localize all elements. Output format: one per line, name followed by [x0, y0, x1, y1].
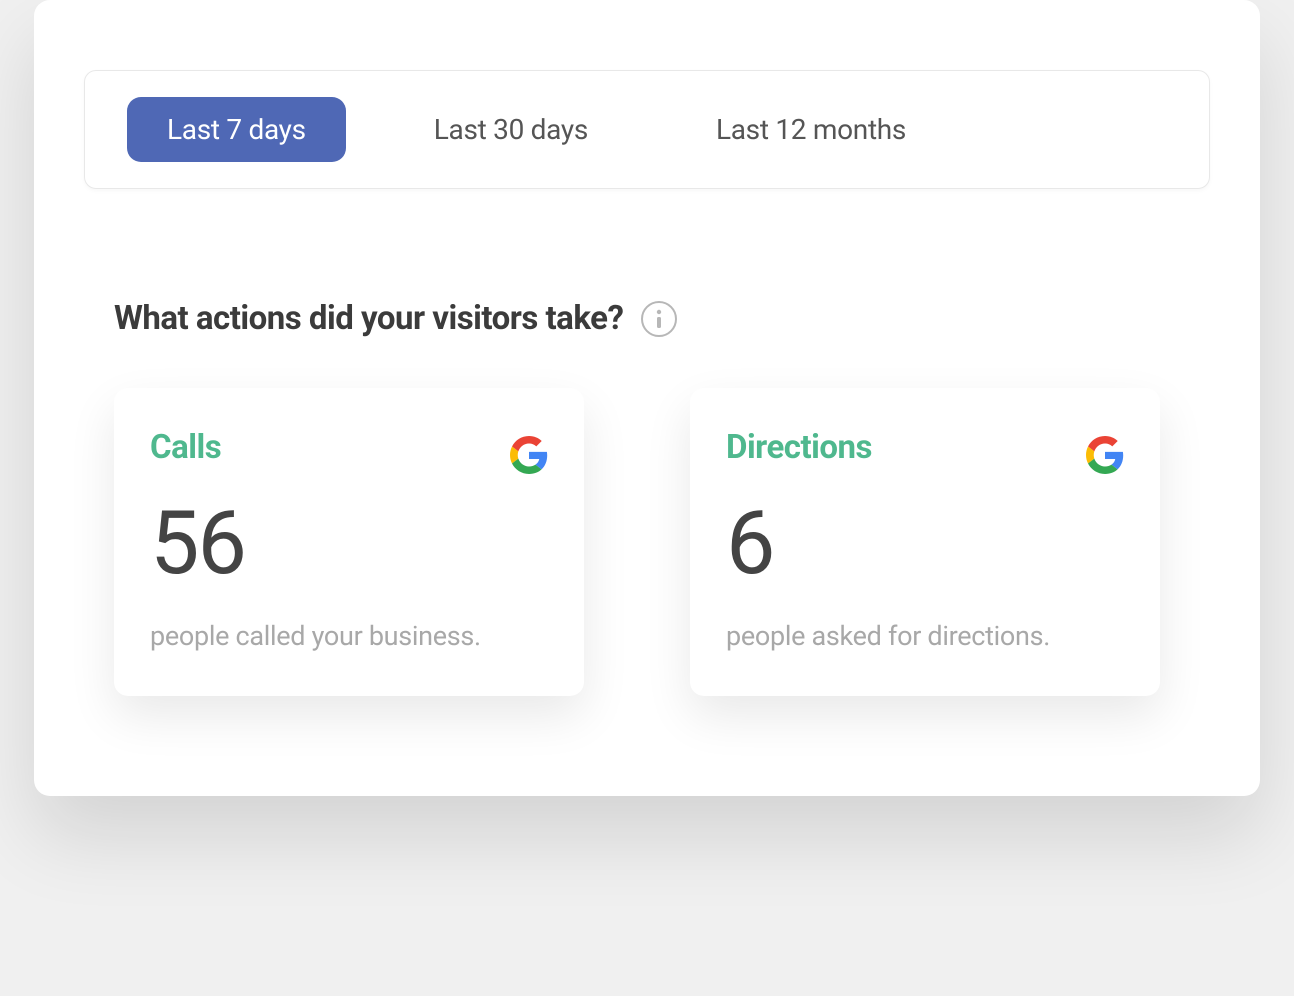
tab-last-7-days[interactable]: Last 7 days	[127, 97, 346, 162]
calls-card: Calls 56 people called your business.	[114, 388, 584, 696]
directions-card-header: Directions	[726, 428, 1124, 474]
calls-card-header: Calls	[150, 428, 548, 474]
time-range-tabs: Last 7 days Last 30 days Last 12 months	[84, 70, 1210, 189]
directions-card-description: people asked for directions.	[726, 620, 1124, 652]
calls-card-value: 56	[150, 500, 548, 588]
google-icon	[1086, 436, 1124, 474]
info-icon[interactable]	[641, 301, 677, 337]
stat-cards-row: Calls 56 people called your business. Di…	[114, 388, 1210, 696]
tab-last-12-months[interactable]: Last 12 months	[676, 97, 946, 162]
section-heading: What actions did your visitors take?	[114, 299, 623, 338]
google-icon	[510, 436, 548, 474]
directions-card-value: 6	[726, 500, 1124, 588]
calls-card-description: people called your business.	[150, 620, 548, 652]
tab-last-30-days[interactable]: Last 30 days	[394, 97, 628, 162]
directions-card-title: Directions	[726, 428, 872, 467]
calls-card-title: Calls	[150, 428, 221, 467]
section-heading-row: What actions did your visitors take?	[114, 299, 1210, 338]
dashboard-panel: Last 7 days Last 30 days Last 12 months …	[34, 0, 1260, 796]
directions-card: Directions 6 people asked for directions…	[690, 388, 1160, 696]
